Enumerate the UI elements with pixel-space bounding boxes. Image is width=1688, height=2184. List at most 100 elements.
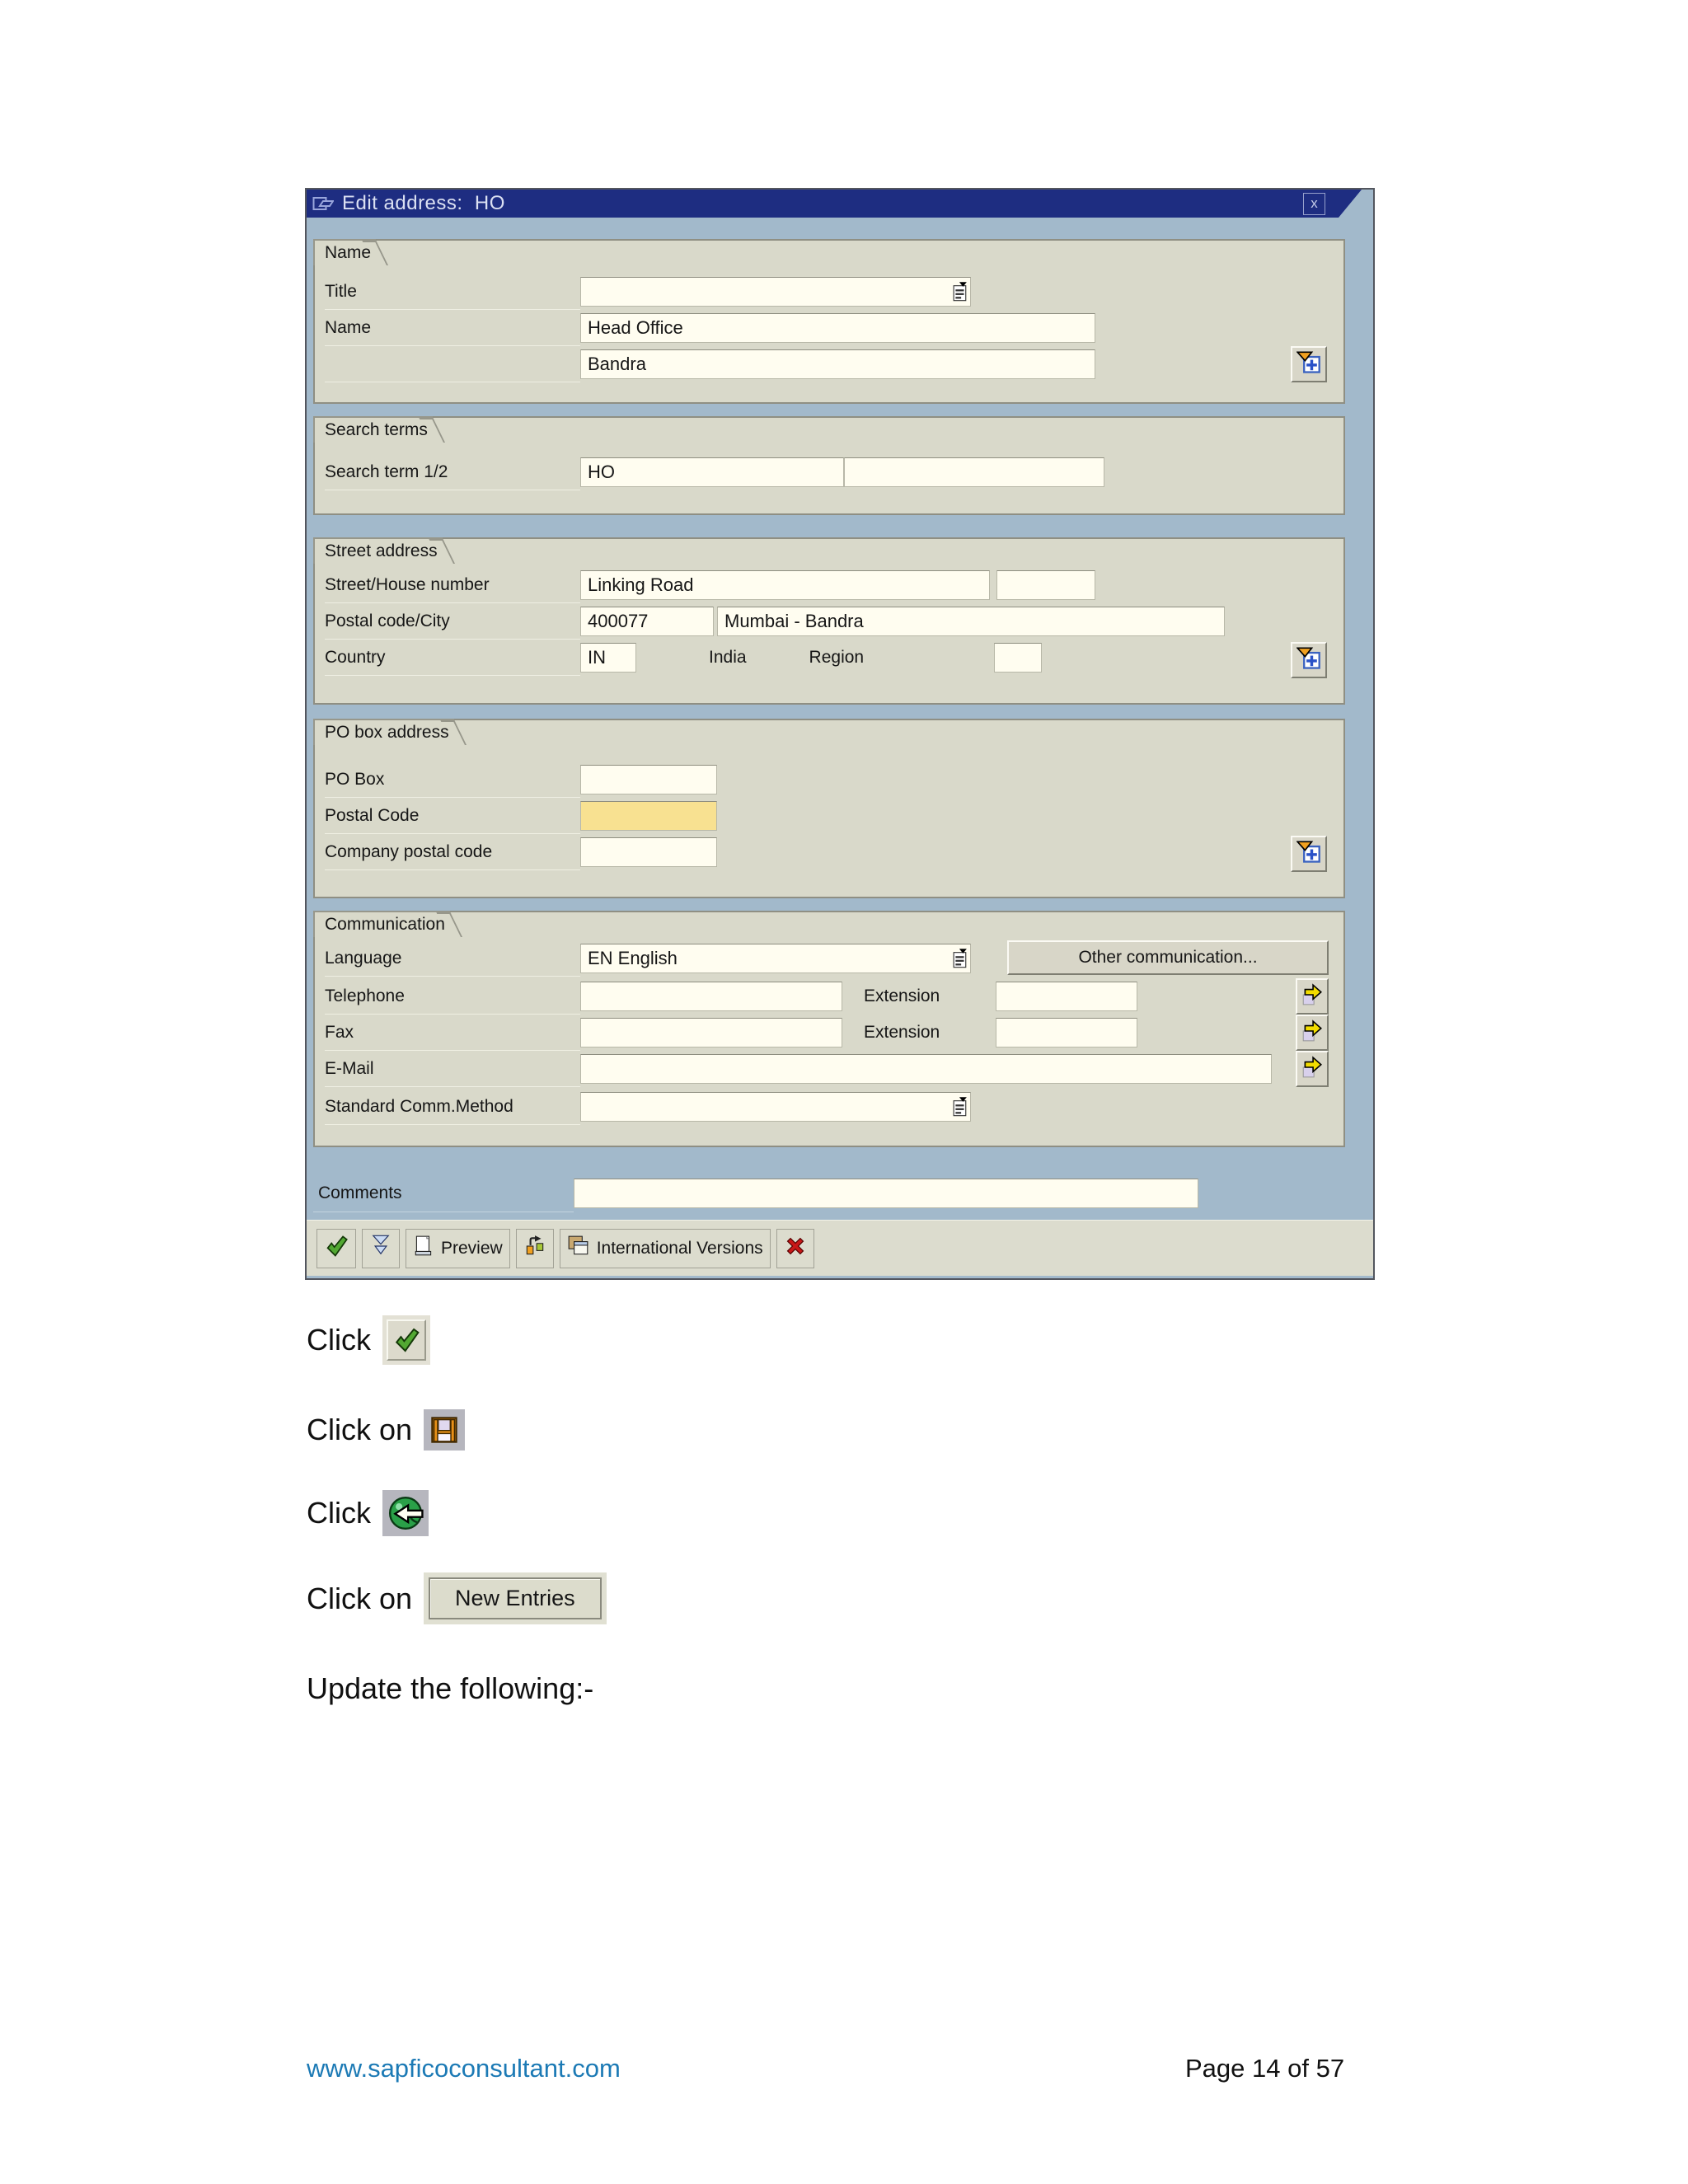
email-input[interactable] xyxy=(580,1054,1272,1084)
close-icon: x xyxy=(1311,195,1318,211)
email-forward-button[interactable] xyxy=(1296,1051,1329,1087)
po-box-label: PO Box xyxy=(325,762,580,798)
language-row: Language EN English Other communication.… xyxy=(325,940,1334,977)
telephone-extension-label: Extension xyxy=(864,987,940,1005)
cancel-button[interactable] xyxy=(776,1228,814,1268)
country-row: Country IN India Region xyxy=(325,640,1334,676)
step1-text: Click xyxy=(307,1323,371,1357)
search-term-label: Search term 1/2 xyxy=(325,454,580,490)
street-input[interactable]: Linking Road xyxy=(580,570,990,600)
dropdown-icon[interactable] xyxy=(953,949,968,968)
enter-button-image xyxy=(382,1315,430,1365)
instruction-step-5: Update the following:- xyxy=(307,1671,593,1706)
fax-forward-button[interactable] xyxy=(1296,1015,1329,1051)
forward-arrow-note-icon xyxy=(1301,1019,1323,1047)
title-input[interactable] xyxy=(580,277,971,307)
footer-website-link[interactable]: www.sapficoconsultant.com xyxy=(307,2054,621,2083)
name2-input[interactable]: Bandra xyxy=(580,349,1095,379)
close-button[interactable]: x xyxy=(1303,193,1325,215)
forward-arrow-note-icon xyxy=(1301,982,1323,1010)
comments-row: Comments xyxy=(313,1174,1343,1212)
title-label: Title xyxy=(325,274,580,310)
language-label: Language xyxy=(325,940,580,977)
footer-page-number: Page 14 of 57 xyxy=(1185,2054,1345,2083)
telephone-label: Telephone xyxy=(325,978,580,1015)
copy-down-button[interactable] xyxy=(362,1228,400,1268)
telephone-input[interactable] xyxy=(580,982,842,1011)
company-postal-input[interactable] xyxy=(580,837,717,867)
international-versions-icon xyxy=(567,1235,590,1263)
search-term-1-input[interactable]: HO xyxy=(580,457,844,487)
telephone-forward-button[interactable] xyxy=(1296,978,1329,1015)
dialog-toolbar: Preview International Versions xyxy=(307,1220,1373,1276)
dialog-title: Edit address: HO xyxy=(342,192,505,214)
more-fields-button[interactable] xyxy=(1291,642,1327,678)
name-row: Name Head Office xyxy=(325,310,1334,346)
dialog-titlebar[interactable]: Edit address: HO x xyxy=(307,190,1362,218)
name-label: Name xyxy=(325,310,580,346)
std-comm-row: Standard Comm.Method xyxy=(325,1089,1334,1125)
confirm-button[interactable] xyxy=(316,1228,356,1268)
dialog-window-icon xyxy=(312,194,334,213)
new-entries-button-label: New Entries xyxy=(429,1577,602,1619)
country-label: Country xyxy=(325,640,580,676)
telephone-extension-input[interactable] xyxy=(996,982,1138,1011)
step5-text: Update the following:- xyxy=(307,1671,594,1705)
house-number-input[interactable] xyxy=(996,570,1095,600)
postal-code-label: Postal Code xyxy=(325,798,580,834)
more-fields-button[interactable] xyxy=(1291,346,1327,382)
red-x-icon xyxy=(785,1235,806,1262)
search-terms-section: Search terms Search term 1/2 HO xyxy=(313,416,1345,515)
po-postal-code-input[interactable] xyxy=(580,801,717,831)
double-chevron-down-icon xyxy=(370,1234,392,1263)
comments-input[interactable] xyxy=(574,1179,1198,1208)
street-address-section: Street address Street/House number Linki… xyxy=(313,537,1345,705)
fax-extension-input[interactable] xyxy=(996,1018,1138,1047)
more-fields-button[interactable] xyxy=(1291,836,1327,872)
postal-code-input[interactable]: 400077 xyxy=(580,607,714,636)
dropdown-icon[interactable] xyxy=(953,282,968,302)
std-comm-input[interactable] xyxy=(580,1092,971,1122)
postal-city-label: Postal code/City xyxy=(325,603,580,640)
fax-input[interactable] xyxy=(580,1018,842,1047)
international-versions-button[interactable]: International Versions xyxy=(559,1228,771,1268)
po-box-row: PO Box xyxy=(325,762,1334,798)
po-box-input[interactable] xyxy=(580,765,717,794)
comments-label: Comments xyxy=(313,1174,574,1212)
more-fields-filter-plus-icon xyxy=(1296,350,1321,379)
country-name-text: India xyxy=(709,648,747,667)
instruction-step-3: Click xyxy=(307,1490,429,1536)
other-communication-button[interactable]: Other communication... xyxy=(1007,940,1329,975)
company-postal-row: Company postal code xyxy=(325,834,1334,870)
search-term-2-input[interactable] xyxy=(844,457,1104,487)
country-input[interactable]: IN xyxy=(580,643,636,673)
step2-text: Click on xyxy=(307,1413,413,1446)
international-versions-label: International Versions xyxy=(596,1238,763,1258)
dropdown-icon[interactable] xyxy=(953,1097,968,1117)
region-input[interactable] xyxy=(994,643,1043,673)
preview-button-label: Preview xyxy=(441,1238,503,1258)
name-section-tab: Name xyxy=(313,239,377,265)
back-green-globe-icon xyxy=(382,1490,429,1536)
forward-arrow-note-icon xyxy=(1301,1055,1323,1083)
document-page: Edit address: HO x Name Title Name Head … xyxy=(0,0,1688,2184)
city-input[interactable]: Mumbai - Bandra xyxy=(717,607,1225,636)
preview-button[interactable]: Preview xyxy=(406,1228,510,1268)
name2-label xyxy=(325,346,580,382)
instruction-step-4: Click on New Entries xyxy=(307,1572,607,1624)
address-versions-button[interactable] xyxy=(515,1228,554,1268)
postal-code-row: Postal Code xyxy=(325,798,1334,834)
postal-city-row: Postal code/City 400077 Mumbai - Bandra xyxy=(325,603,1334,640)
company-postal-label: Company postal code xyxy=(325,834,580,870)
title-row: Title xyxy=(325,274,1334,310)
save-floppy-icon xyxy=(424,1409,466,1451)
name-input[interactable]: Head Office xyxy=(580,313,1095,343)
communication-section: Communication Language EN English Other … xyxy=(313,911,1345,1147)
po-box-section: PO box address PO Box Postal Code Compan… xyxy=(313,719,1345,898)
fax-row: Fax Extension xyxy=(325,1015,1334,1051)
address-version-icon xyxy=(524,1235,546,1263)
fax-extension-label: Extension xyxy=(864,1023,940,1042)
language-input[interactable]: EN English xyxy=(580,944,971,973)
instruction-step-2: Click on xyxy=(307,1409,466,1451)
print-preview-icon xyxy=(413,1235,434,1263)
